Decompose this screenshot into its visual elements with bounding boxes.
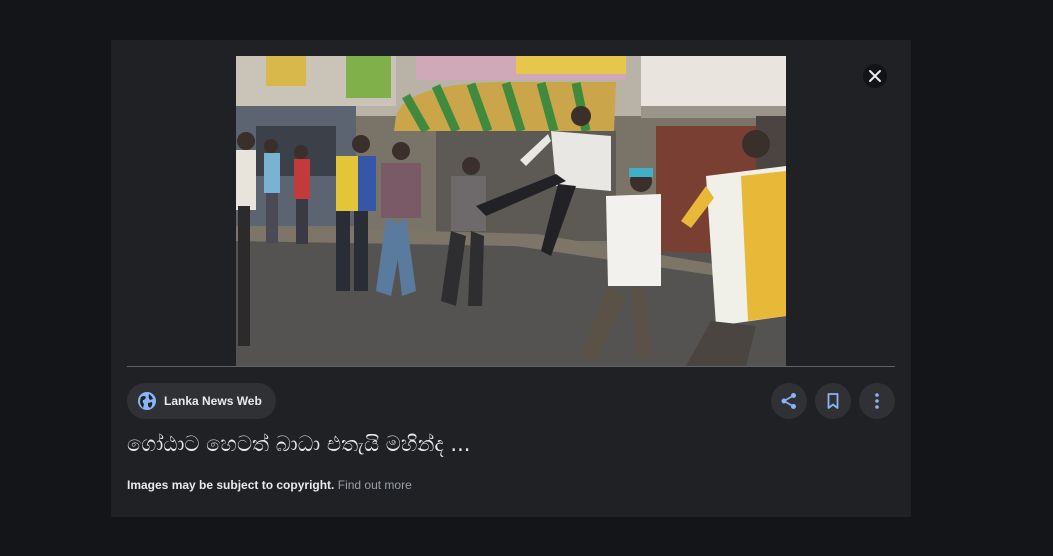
- divider: [127, 366, 895, 367]
- find-out-more-link[interactable]: Find out more: [338, 478, 412, 492]
- source-name: Lanka News Web: [164, 394, 262, 408]
- bookmark-icon: [827, 393, 839, 409]
- close-button[interactable]: [863, 64, 887, 88]
- more-options-button[interactable]: [859, 383, 895, 419]
- copyright-notice: Images may be subject to copyright. Find…: [127, 478, 412, 492]
- globe-icon: [138, 392, 156, 410]
- image-viewer-panel: Lanka News Web ගෝඨාට හෙටත් බාධා එතැයි මහ…: [111, 40, 911, 517]
- street-scene-photo: [236, 56, 786, 366]
- image-title[interactable]: ගෝඨාට හෙටත් බාධා එතැයි මහින්ද ...: [127, 432, 470, 457]
- share-icon: [781, 393, 796, 409]
- more-vert-icon: [875, 393, 879, 409]
- close-icon: [869, 70, 881, 82]
- copyright-text: Images may be subject to copyright.: [127, 478, 335, 492]
- source-site-chip[interactable]: Lanka News Web: [127, 383, 276, 419]
- save-button[interactable]: [815, 383, 851, 419]
- share-button[interactable]: [771, 383, 807, 419]
- preview-image[interactable]: [236, 56, 786, 366]
